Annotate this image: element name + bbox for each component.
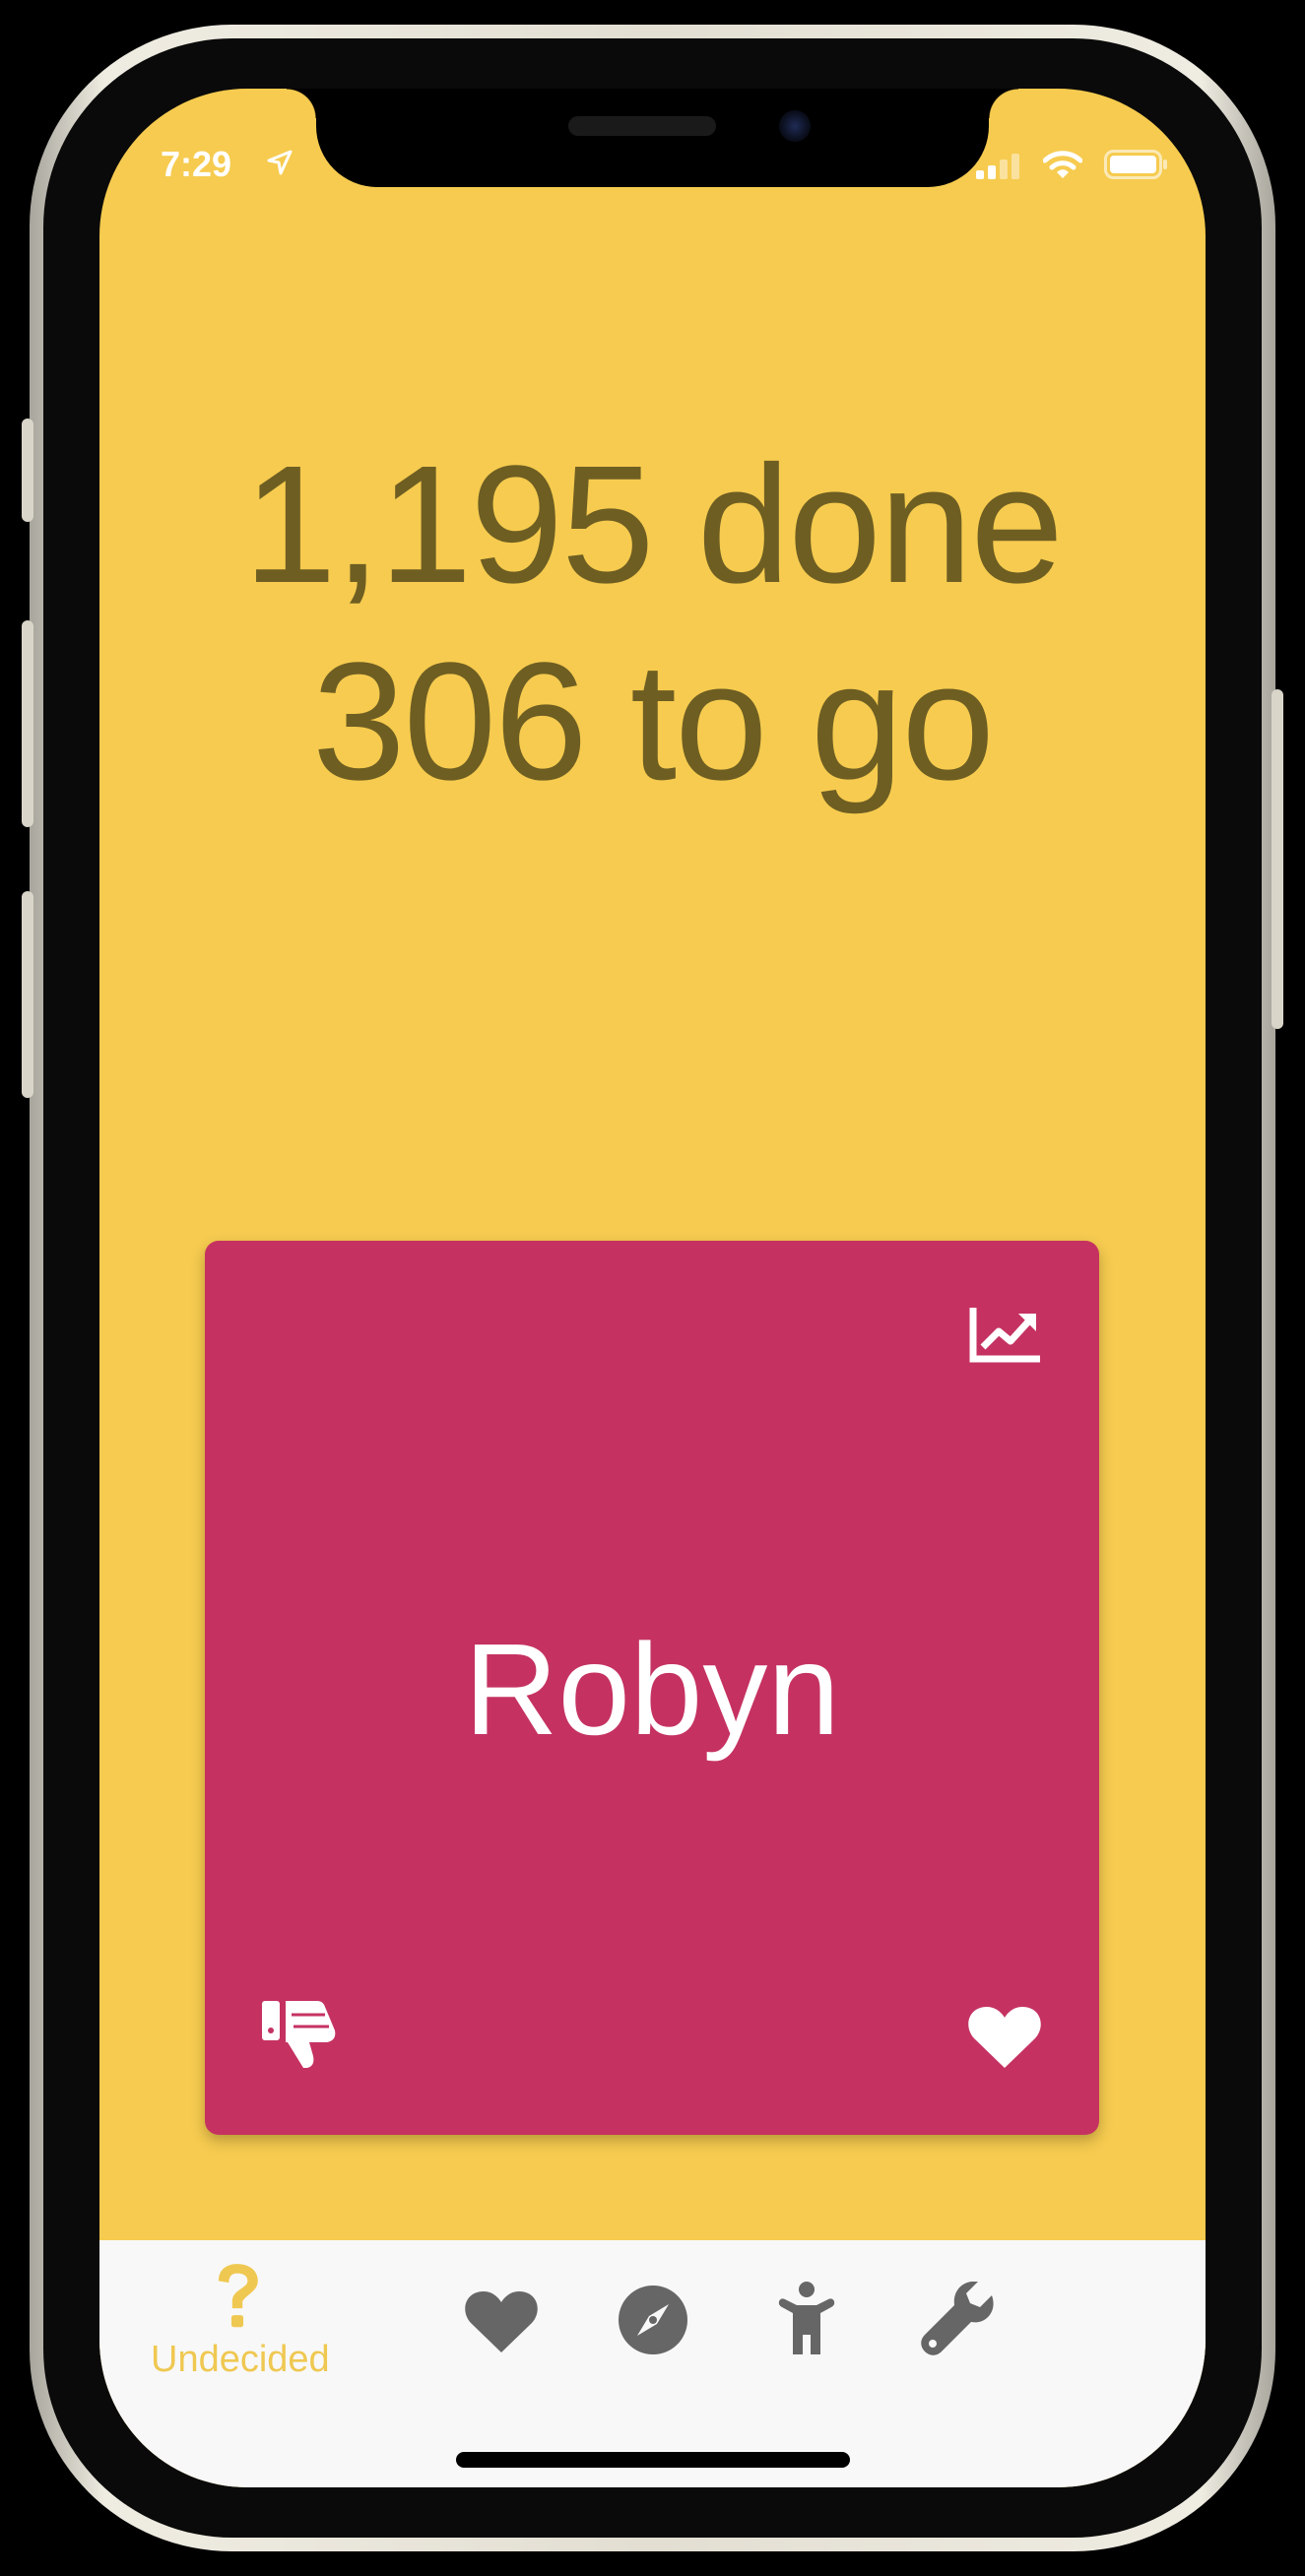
wifi-icon bbox=[1043, 151, 1082, 178]
silent-switch bbox=[22, 419, 33, 522]
battery-icon bbox=[1104, 150, 1167, 179]
status-time: 7:29 bbox=[161, 144, 232, 184]
notch bbox=[287, 89, 1018, 187]
bottom-tab-bar: Undecided bbox=[99, 2240, 1206, 2487]
name-card[interactable]: Robyn bbox=[205, 1241, 1099, 2135]
tab-undecided[interactable]: Undecided bbox=[151, 2240, 330, 2398]
volume-up-button bbox=[22, 620, 33, 827]
question-mark-icon bbox=[218, 2264, 258, 2328]
home-indicator[interactable] bbox=[456, 2452, 850, 2468]
compass-icon bbox=[619, 2286, 687, 2354]
earpiece-speaker bbox=[568, 116, 716, 136]
tab-undecided-label: Undecided bbox=[151, 2339, 330, 2380]
volume-down-button bbox=[22, 891, 33, 1098]
thumbs-down-icon[interactable] bbox=[262, 1997, 337, 2070]
tab-explore[interactable] bbox=[564, 2240, 742, 2398]
power-button bbox=[1272, 689, 1283, 1029]
tab-profile[interactable] bbox=[718, 2240, 895, 2398]
card-name: Robyn bbox=[464, 1617, 840, 1762]
remaining-count: 306 to go bbox=[312, 628, 995, 815]
done-count: 1,195 done bbox=[243, 431, 1064, 618]
person-icon bbox=[778, 2282, 835, 2354]
app-screen: 7:29 1,195 done 306 to go Robyn Undecide… bbox=[99, 89, 1206, 2487]
tab-liked[interactable] bbox=[413, 2240, 590, 2398]
wrench-icon bbox=[921, 2282, 994, 2355]
heart-icon bbox=[465, 2291, 538, 2352]
cellular-signal-icon bbox=[976, 154, 1019, 179]
front-camera bbox=[779, 110, 811, 142]
tab-settings[interactable] bbox=[870, 2240, 1047, 2398]
favorite-heart-icon[interactable] bbox=[967, 2005, 1042, 2070]
trending-chart-icon[interactable] bbox=[969, 1306, 1042, 1363]
location-arrow-icon bbox=[267, 150, 293, 175]
